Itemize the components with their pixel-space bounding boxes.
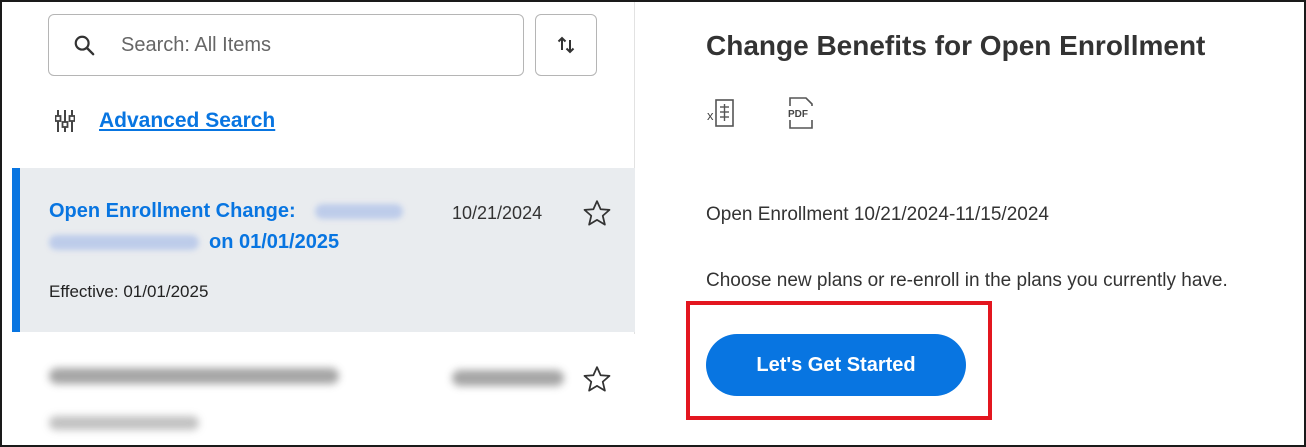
enrollment-period: Open Enrollment 10/21/2024-11/15/2024 xyxy=(706,204,1049,225)
star-outline-icon[interactable] xyxy=(582,364,612,394)
list-item-selected[interactable]: Open Enrollment Change: on 01/01/2025 10… xyxy=(12,168,635,332)
svg-text:x: x xyxy=(707,108,714,123)
page-title: Change Benefits for Open Enrollment xyxy=(706,30,1206,61)
detail-pane: Change Benefits for Open Enrollment x PD… xyxy=(636,2,1304,445)
search-input[interactable]: Search: All Items xyxy=(48,14,524,76)
list-item-date: 10/21/2024 xyxy=(452,203,543,223)
sort-icon xyxy=(557,36,575,54)
redacted-title xyxy=(49,368,339,384)
inbox-list-pane: Search: All Items Advanced Search Open E… xyxy=(12,2,635,445)
pdf-export-icon[interactable]: PDF xyxy=(786,96,814,130)
excel-export-icon[interactable]: x xyxy=(707,98,735,128)
list-item-title-suffix: on 01/01/2025 xyxy=(209,231,340,253)
list-item-effective: Effective: 01/01/2025 xyxy=(49,282,209,301)
list-item-title-line2: on 01/01/2025 xyxy=(49,231,339,254)
redacted-date xyxy=(452,370,564,386)
filter-sliders-icon xyxy=(55,110,75,132)
redacted-name xyxy=(49,235,199,250)
search-icon xyxy=(74,35,95,56)
list-item-title[interactable]: Open Enrollment Change: xyxy=(49,200,404,223)
advanced-search-link[interactable]: Advanced Search xyxy=(99,109,275,133)
star-outline-icon[interactable] xyxy=(582,198,612,228)
app-frame: Search: All Items Advanced Search Open E… xyxy=(0,0,1306,447)
advanced-search[interactable]: Advanced Search xyxy=(55,108,275,134)
sort-button[interactable] xyxy=(535,14,597,76)
lets-get-started-button[interactable]: Let's Get Started xyxy=(706,334,966,396)
enrollment-description: Choose new plans or re-enroll in the pla… xyxy=(706,270,1228,291)
redacted-name xyxy=(315,204,404,220)
list-item[interactable] xyxy=(12,334,635,445)
svg-text:PDF: PDF xyxy=(788,109,808,120)
redacted-subtitle xyxy=(49,416,199,430)
list-item-title-text: Open Enrollment Change: xyxy=(49,200,296,222)
selection-indicator xyxy=(12,168,20,332)
search-placeholder: Search: All Items xyxy=(121,33,272,56)
